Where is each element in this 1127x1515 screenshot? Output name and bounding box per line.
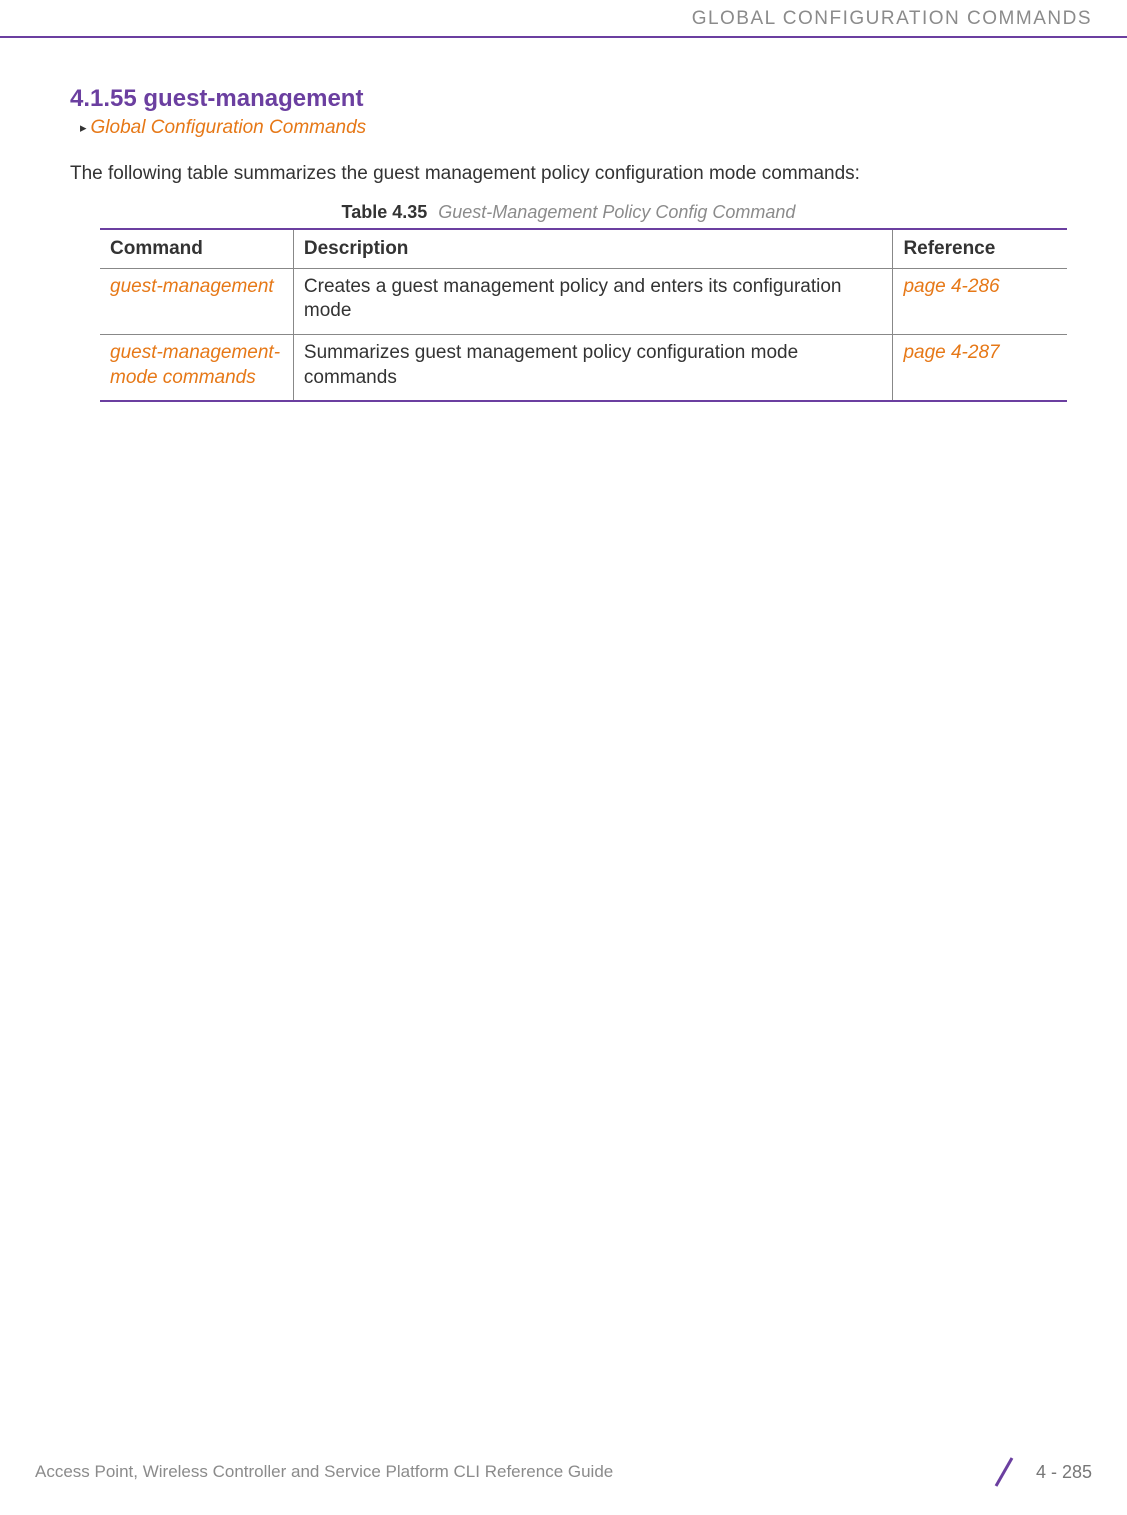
command-table: Command Description Reference guest-mana… <box>100 228 1067 403</box>
cell-reference: page 4-287 <box>893 334 1067 401</box>
page-content: 4.1.55 guest-management ▸ Global Configu… <box>70 85 1067 402</box>
command-link[interactable]: guest-management <box>110 276 274 297</box>
footer-guide-title: Access Point, Wireless Controller and Se… <box>35 1462 613 1482</box>
reference-link[interactable]: page 4-287 <box>903 342 999 363</box>
breadcrumb-link[interactable]: Global Configuration Commands <box>91 117 367 139</box>
section-heading: 4.1.55 guest-management <box>70 85 1067 113</box>
page-footer: Access Point, Wireless Controller and Se… <box>35 1454 1092 1490</box>
cell-command: guest-management <box>100 268 293 334</box>
slash-icon <box>986 1454 1022 1490</box>
cell-description: Creates a guest management policy and en… <box>293 268 893 334</box>
command-link[interactable]: guest-management-mode commands <box>110 342 280 388</box>
cell-description: Summarizes guest management policy confi… <box>293 334 893 401</box>
cell-reference: page 4-286 <box>893 268 1067 334</box>
table-row: guest-management Creates a guest managem… <box>100 268 1067 334</box>
table-header-description: Description <box>293 229 893 269</box>
header-chapter-title: GLOBAL CONFIGURATION COMMANDS <box>692 8 1092 29</box>
table-header-reference: Reference <box>893 229 1067 269</box>
table-label: Table 4.35 <box>342 202 428 222</box>
table-row: guest-management-mode commands Summarize… <box>100 334 1067 401</box>
cell-command: guest-management-mode commands <box>100 334 293 401</box>
table-caption: Table 4.35 Guest-Management Policy Confi… <box>70 202 1067 223</box>
intro-paragraph: The following table summarizes the guest… <box>70 161 1067 188</box>
table-header-command: Command <box>100 229 293 269</box>
breadcrumb: ▸ Global Configuration Commands <box>80 117 1067 139</box>
page-header: GLOBAL CONFIGURATION COMMANDS <box>0 0 1127 38</box>
page-number: 4 - 285 <box>1036 1462 1092 1483</box>
table-title: Guest-Management Policy Config Command <box>438 202 795 222</box>
table-header-row: Command Description Reference <box>100 229 1067 269</box>
reference-link[interactable]: page 4-286 <box>903 276 999 297</box>
footer-right: 4 - 285 <box>986 1454 1092 1490</box>
right-arrow-icon: ▸ <box>80 120 87 136</box>
